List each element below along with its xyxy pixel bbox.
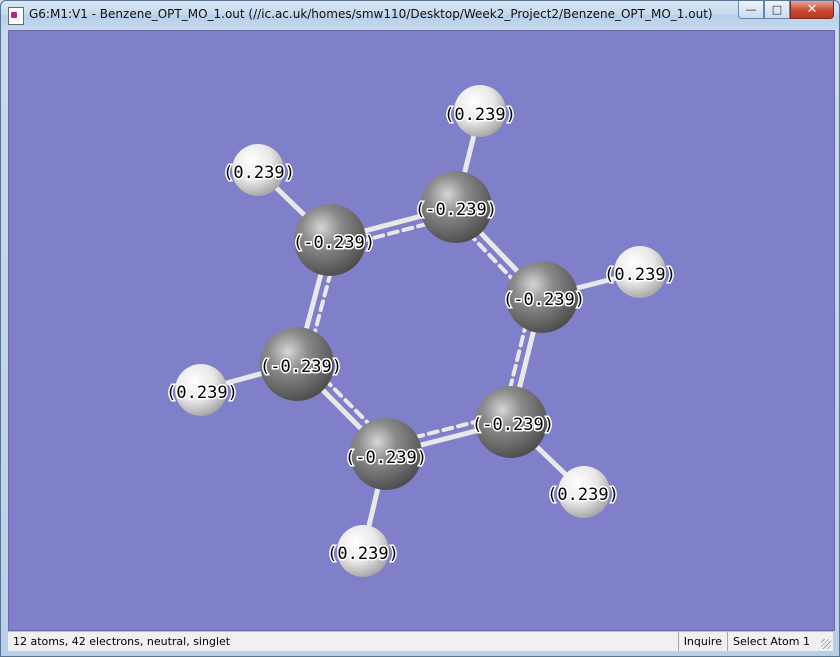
aromatic-bond-dash[interactable] (507, 320, 529, 395)
atom-charge-label: (-0.239) (260, 357, 342, 377)
resize-area (815, 632, 833, 651)
molecule-info: 12 atoms, 42 electrons, neutral, singlet (13, 635, 231, 648)
close-icon: ✕ (806, 2, 818, 17)
atom-charge-label: (0.239) (604, 265, 676, 285)
selection-indicator[interactable]: Select Atom 1 (726, 632, 815, 651)
minimize-icon: — (745, 3, 757, 16)
atom-charge-label: (-0.239) (345, 448, 427, 468)
atom-charge-label: (0.239) (327, 544, 399, 564)
maximize-icon: □ (771, 3, 783, 16)
atom-charge-label: (-0.239) (415, 200, 497, 220)
aromatic-bond-dash[interactable] (409, 418, 484, 441)
atom-charge-label: (-0.239) (503, 290, 585, 310)
status-panes: Inquire Select Atom 1 (677, 632, 833, 651)
atom-charge-label: (0.239) (444, 105, 516, 125)
atom-charge-label: (0.239) (223, 163, 295, 183)
maximize-button[interactable]: □ (764, 1, 790, 19)
atom-charge-label: (-0.239) (472, 415, 554, 435)
charge-labels-layer: (-0.239) (-0.239) (-0.239) (-0.239) (-0.239)… (165, 104, 678, 566)
molecule-canvas[interactable]: (-0.239) (-0.239) (-0.239) (-0.239) (-0.239)… (9, 31, 834, 630)
minimize-button[interactable]: — (738, 1, 764, 19)
gaussview-document-icon[interactable] (8, 7, 24, 25)
atom-charge-label: (0.239) (547, 485, 619, 505)
molecule-viewport[interactable]: (-0.239) (-0.239) (-0.239) (-0.239) (-0.239)… (8, 30, 835, 631)
atom-charge-label: (0.239) (166, 383, 238, 403)
title-bar[interactable]: G6:M1:V1 - Benzene_OPT_MO_1.out (//ic.ac… (1, 1, 839, 29)
status-bar: 12 atoms, 42 electrons, neutral, singlet… (8, 631, 833, 651)
application-window: G6:M1:V1 - Benzene_OPT_MO_1.out (//ic.ac… (0, 0, 840, 657)
aromatic-bond-dash[interactable] (310, 267, 334, 342)
resize-grip[interactable] (821, 639, 831, 649)
atom-charge-label: (-0.239) (293, 233, 375, 253)
close-button[interactable]: ✕ (790, 1, 834, 19)
aromatic-bond-dash[interactable] (466, 231, 519, 286)
aromatic-bond-dash[interactable] (320, 375, 375, 430)
caption-buttons: — □ ✕ (738, 1, 834, 21)
window-title: G6:M1:V1 - Benzene_OPT_MO_1.out (//ic.ac… (29, 7, 713, 21)
mode-indicator[interactable]: Inquire (677, 632, 727, 651)
